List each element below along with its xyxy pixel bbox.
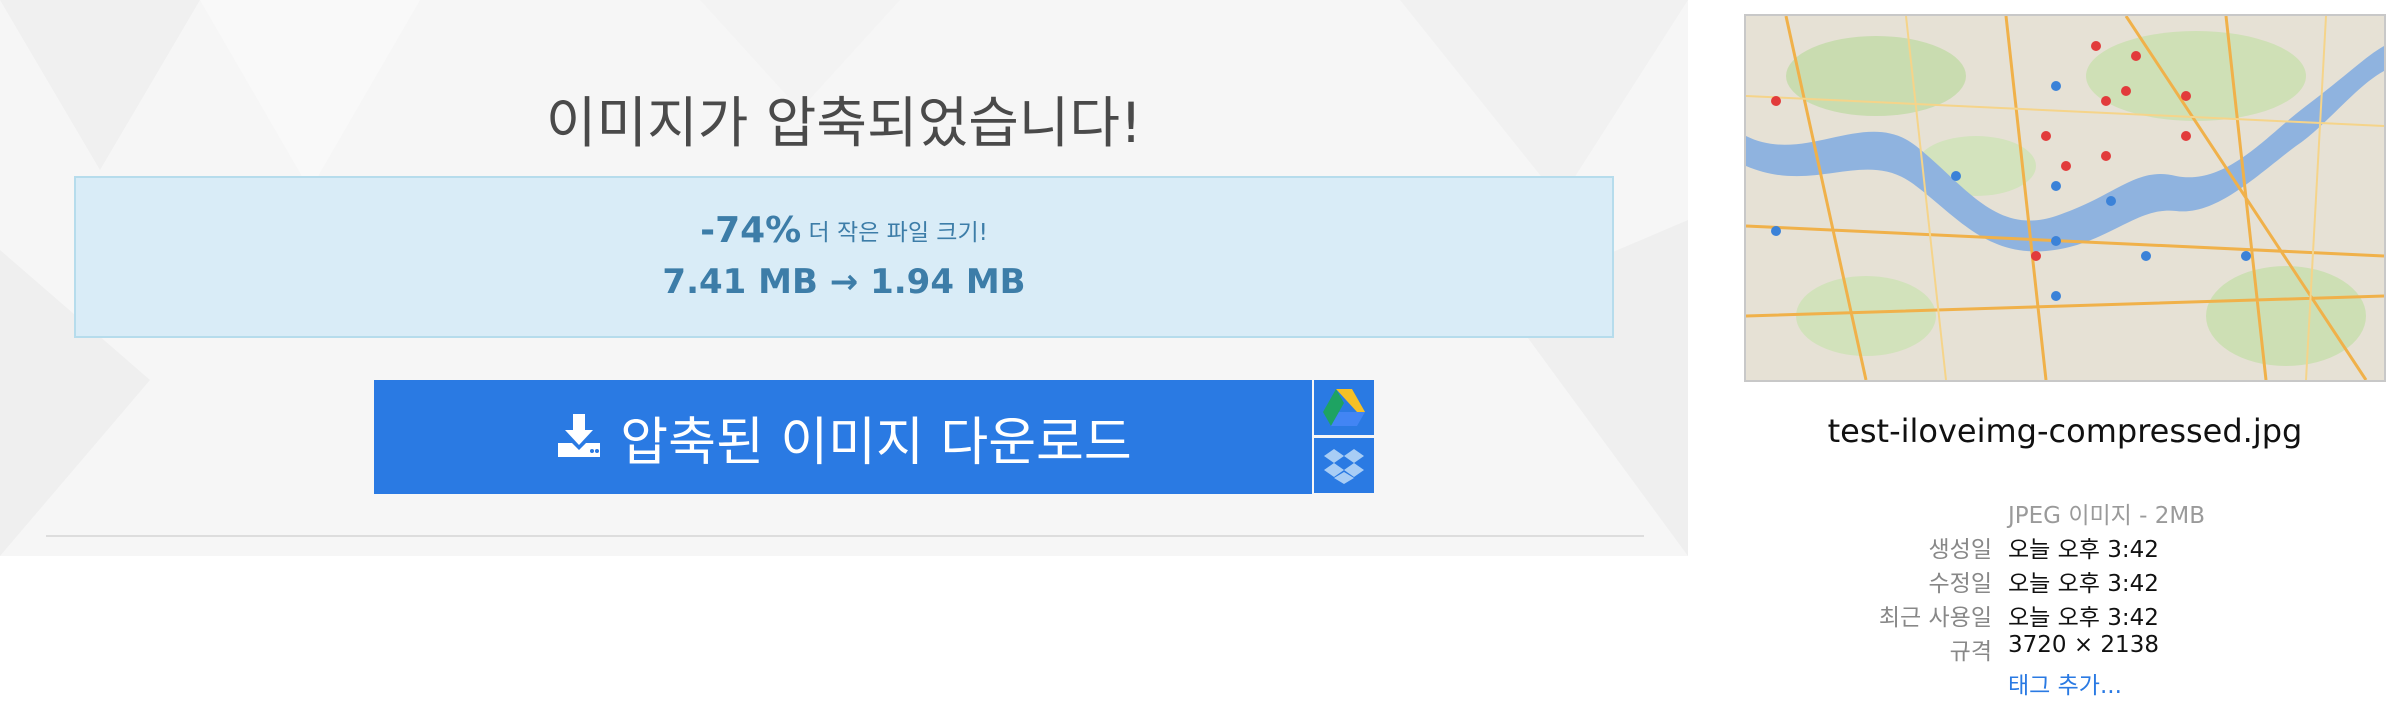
arrow-icon: →: [829, 262, 859, 302]
info-value: 오늘 오후 3:42: [2008, 537, 2159, 563]
map-thumbnail: [1746, 16, 2384, 380]
info-label: 최근 사용일: [1878, 605, 1992, 631]
info-value: 오늘 오후 3:42: [2008, 571, 2159, 597]
reduction-text: 더 작은 파일 크기!: [801, 220, 988, 246]
file-name: test-iloveimg-compressed.jpg: [1827, 412, 2303, 450]
google-drive-button[interactable]: [1314, 380, 1374, 435]
divider: [46, 535, 1644, 537]
file-kind: JPEG 이미지 - 2MB: [2008, 503, 2205, 529]
info-row-dimensions: 규격 3720 × 2138: [1760, 632, 2360, 666]
info-label: 규격: [1949, 639, 1992, 665]
reduction-summary: -74% 더 작은 파일 크기!: [76, 210, 1612, 251]
dropbox-button[interactable]: [1314, 438, 1374, 493]
info-value: 3720 × 2138: [2008, 632, 2159, 658]
info-label: 생성일: [1928, 537, 1992, 563]
info-row-created: 생성일 오늘 오후 3:42: [1760, 530, 2360, 564]
google-drive-icon: [1323, 388, 1365, 426]
dropbox-icon: [1324, 448, 1364, 484]
size-comparison: 7.41 MB → 1.94 MB: [76, 262, 1612, 302]
compression-result-panel: 이미지가 압축되었습니다! -74% 더 작은 파일 크기! 7.41 MB →…: [0, 0, 1688, 556]
original-size: 7.41 MB: [662, 262, 818, 302]
info-row-last-opened: 최근 사용일 오늘 오후 3:42: [1760, 598, 2360, 632]
reduction-percent: -74%: [700, 210, 802, 251]
info-label: 수정일: [1928, 571, 1992, 597]
download-button-label: 압축된 이미지 다운로드: [620, 412, 1132, 473]
add-tags-link[interactable]: 태그 추가...: [2008, 666, 2122, 700]
download-button[interactable]: 압축된 이미지 다운로드: [374, 380, 1312, 494]
size-reduction-box: -74% 더 작은 파일 크기! 7.41 MB → 1.94 MB: [74, 176, 1614, 338]
download-icon: [558, 414, 601, 457]
info-value: 오늘 오후 3:42: [2008, 605, 2159, 631]
info-row-modified: 수정일 오늘 오후 3:42: [1760, 564, 2360, 598]
compressed-size: 1.94 MB: [870, 262, 1026, 302]
image-preview: [1744, 14, 2386, 382]
page-title: 이미지가 압축되었습니다!: [545, 91, 1143, 155]
